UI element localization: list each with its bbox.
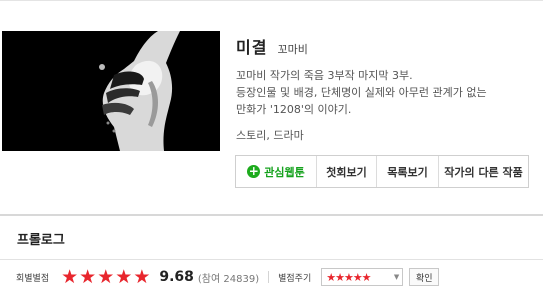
title-row: 미결 꼬마비 [236, 34, 308, 58]
comic-genre: 스토리, 드라마 [236, 129, 304, 142]
favorite-label: 관심웹툰 [264, 165, 305, 179]
confirm-rating-button[interactable]: 확인 [409, 268, 440, 286]
star-icon: ★ [61, 266, 79, 288]
other-works-label: 작가의 다른 작품 [444, 165, 523, 179]
episode-title: 프롤로그 [17, 233, 65, 248]
favorite-button[interactable]: + 관심웹툰 [236, 156, 316, 187]
description-line: 꼬마비 작가의 죽음 3부작 마지막 3부. [236, 69, 413, 82]
description-line: 만화가 '1208'의 이야기. [236, 103, 352, 116]
comic-title: 미결 [236, 38, 268, 57]
description-line: 등장인물 및 배경, 단체명이 실제와 아무런 관계가 없는 [236, 86, 487, 99]
first-episode-label: 첫회보기 [326, 165, 367, 179]
comic-thumbnail[interactable] [2, 31, 220, 151]
rate-label: 별점주기 [278, 273, 312, 284]
rating-label: 회별별점 [16, 273, 50, 284]
section-divider [0, 214, 543, 216]
other-works-button[interactable]: 작가의 다른 작품 [438, 156, 528, 187]
rating-participants: (참여 24839) [197, 273, 260, 285]
episode-list-label: 목록보기 [387, 165, 428, 179]
star-icon: ★ [79, 266, 97, 288]
rate-select-value: ★★★★★ [326, 270, 371, 284]
rating-row: 회별별점 ★ ★ ★ ★ ★ 9.68 (참여 24839) 별점주기 ★★★★… [16, 266, 440, 288]
separator [268, 271, 270, 283]
rating-stars: ★ ★ ★ ★ ★ [61, 267, 151, 287]
star-icon: ★ [115, 266, 133, 288]
chevron-down-icon: ▼ [393, 273, 400, 281]
action-buttons: + 관심웹툰 첫회보기 목록보기 작가의 다른 작품 [235, 155, 529, 188]
comic-description: 꼬마비 작가의 죽음 3부작 마지막 3부. 등장인물 및 배경, 단체명이 실… [236, 67, 536, 118]
thumbnail-illustration [2, 31, 220, 151]
header-divider [0, 259, 543, 260]
rate-select[interactable]: ★★★★★ ▼ [321, 268, 404, 286]
rating-score: 9.68 [159, 269, 194, 285]
star-icon: ★ [97, 266, 115, 288]
author-name[interactable]: 꼬마비 [278, 43, 308, 56]
plus-icon: + [247, 164, 261, 178]
first-episode-button[interactable]: 첫회보기 [316, 156, 376, 187]
star-icon: ★ [133, 266, 151, 288]
episode-list-button[interactable]: 목록보기 [376, 156, 438, 187]
top-border [0, 0, 543, 1]
